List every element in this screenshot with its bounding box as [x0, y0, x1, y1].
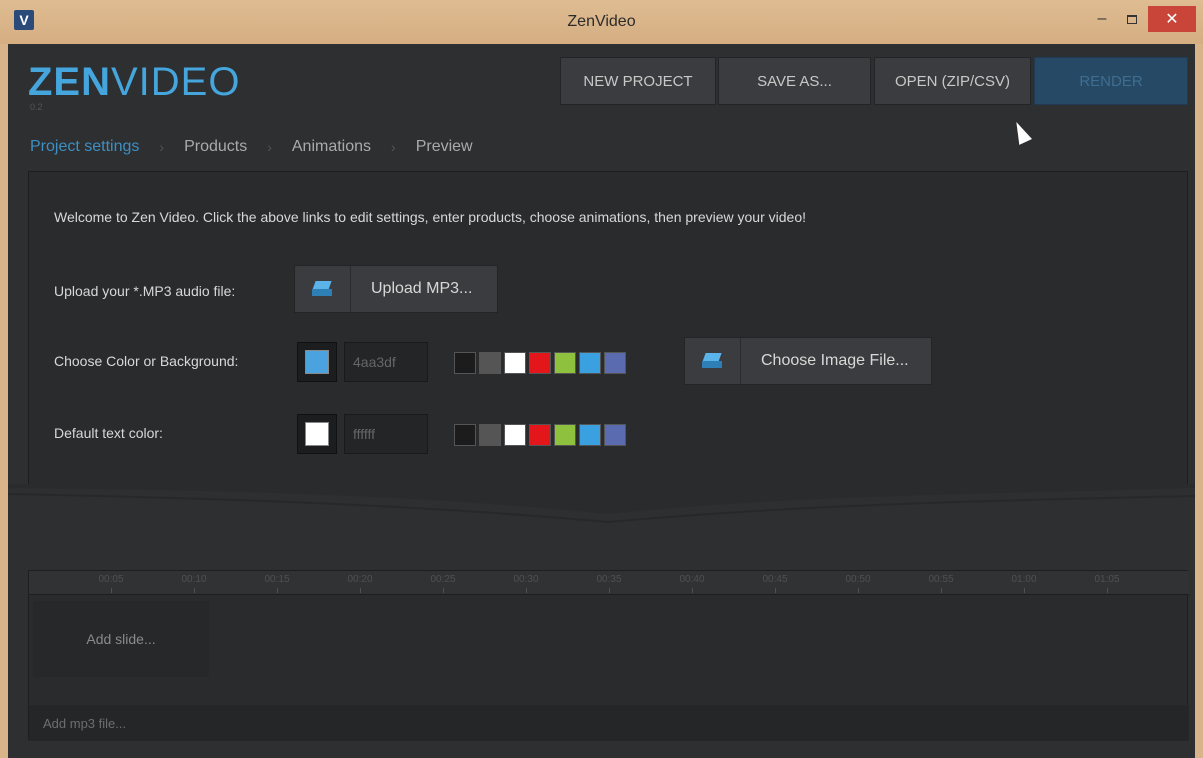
- render-button[interactable]: RENDER: [1034, 57, 1188, 105]
- background-label: Choose Color or Background:: [54, 353, 239, 369]
- timeline-tick: 00:30: [513, 574, 539, 585]
- color-chip-purple[interactable]: [604, 352, 626, 374]
- text-color-label: Default text color:: [54, 425, 163, 441]
- chevron-right-icon: ›: [159, 139, 165, 155]
- background-color-preview: [305, 350, 329, 374]
- tick-mark: [1024, 588, 1025, 593]
- logo-zen: ZEN: [28, 60, 111, 104]
- save-as-button[interactable]: SAVE AS...: [718, 57, 871, 105]
- choose-image-button[interactable]: Choose Image File...: [684, 337, 932, 385]
- audio-label: Upload your *.MP3 audio file:: [54, 283, 236, 299]
- timeline-tick: 00:10: [181, 574, 207, 585]
- tick-mark: [194, 588, 195, 593]
- upload-mp3-label: Upload MP3...: [371, 280, 473, 297]
- background-color-swatch[interactable]: [297, 342, 337, 382]
- color-chip-green[interactable]: [554, 352, 576, 374]
- color-chip-gray[interactable]: [479, 424, 501, 446]
- version-label: 0.2: [30, 102, 43, 112]
- tick-mark: [443, 588, 444, 593]
- timeline-tick: 00:40: [679, 574, 705, 585]
- wave-divider: [8, 484, 1195, 524]
- text-hex-input[interactable]: ffffff: [344, 414, 428, 454]
- maximize-icon: [1127, 14, 1137, 24]
- color-chip-white[interactable]: [504, 424, 526, 446]
- timeline: 00:05 00:10 00:15 00:20 00:25 00:30 00:3…: [28, 570, 1189, 741]
- timeline-tick: 01:00: [1011, 574, 1037, 585]
- tick-mark: [1107, 588, 1108, 593]
- text-color-swatch[interactable]: [297, 414, 337, 454]
- logo-video: VIDEO: [111, 60, 241, 104]
- timeline-tick: 00:50: [845, 574, 871, 585]
- add-mp3-track[interactable]: Add mp3 file...: [29, 705, 1189, 741]
- color-chip-green[interactable]: [554, 424, 576, 446]
- tick-mark: [277, 588, 278, 593]
- tick-mark: [692, 588, 693, 593]
- tick-mark: [941, 588, 942, 593]
- tab-preview[interactable]: Preview: [416, 138, 473, 156]
- box-icon: [685, 338, 741, 384]
- app-logo: ZENVIDEO: [28, 60, 240, 105]
- tab-products[interactable]: Products: [184, 138, 247, 156]
- tick-mark: [775, 588, 776, 593]
- color-chip-black[interactable]: [454, 352, 476, 374]
- choose-image-label: Choose Image File...: [761, 352, 909, 369]
- color-chip-red[interactable]: [529, 352, 551, 374]
- chevron-right-icon: ›: [391, 139, 396, 155]
- timeline-tick: 00:25: [430, 574, 456, 585]
- tab-animations[interactable]: Animations: [292, 138, 371, 156]
- breadcrumb: Project settings › Products › Animations…: [30, 138, 473, 156]
- text-color-preview: [305, 422, 329, 446]
- color-chip-blue[interactable]: [579, 424, 601, 446]
- minimize-button[interactable]: –: [1088, 6, 1116, 32]
- color-chip-black[interactable]: [454, 424, 476, 446]
- window-titlebar: V ZenVideo – ✕: [0, 0, 1203, 44]
- open-button[interactable]: OPEN (ZIP/CSV): [874, 57, 1031, 105]
- maximize-button[interactable]: [1118, 6, 1146, 32]
- background-hex-input[interactable]: 4aa3df: [344, 342, 428, 382]
- timeline-tick: 00:35: [596, 574, 622, 585]
- box-icon: [295, 266, 351, 312]
- app-window: ZENVIDEO 0.2 NEW PROJECT SAVE AS... OPEN…: [8, 44, 1195, 758]
- timeline-tick: 00:05: [98, 574, 124, 585]
- add-slide-button[interactable]: Add slide...: [33, 601, 209, 677]
- tick-mark: [609, 588, 610, 593]
- tick-mark: [858, 588, 859, 593]
- project-settings-panel: Welcome to Zen Video. Click the above li…: [28, 171, 1188, 488]
- tab-project-settings[interactable]: Project settings: [30, 138, 139, 156]
- upload-mp3-button[interactable]: Upload MP3...: [294, 265, 498, 313]
- color-chip-blue[interactable]: [579, 352, 601, 374]
- close-button[interactable]: ✕: [1148, 6, 1196, 32]
- color-chip-white[interactable]: [504, 352, 526, 374]
- tick-mark: [526, 588, 527, 593]
- chevron-right-icon: ›: [267, 139, 272, 155]
- color-chip-red[interactable]: [529, 424, 551, 446]
- timeline-tick: 00:15: [264, 574, 290, 585]
- timeline-tick: 01:05: [1094, 574, 1120, 585]
- welcome-text: Welcome to Zen Video. Click the above li…: [54, 209, 806, 225]
- tick-mark: [111, 588, 112, 593]
- mouse-cursor-icon: [1010, 119, 1032, 145]
- tick-mark: [360, 588, 361, 593]
- timeline-tick: 00:45: [762, 574, 788, 585]
- timeline-ruler[interactable]: 00:05 00:10 00:15 00:20 00:25 00:30 00:3…: [29, 571, 1189, 595]
- timeline-tick: 00:20: [347, 574, 373, 585]
- color-chip-gray[interactable]: [479, 352, 501, 374]
- text-color-palette: [454, 424, 626, 446]
- color-chip-purple[interactable]: [604, 424, 626, 446]
- timeline-tick: 00:55: [928, 574, 954, 585]
- background-palette: [454, 352, 626, 374]
- new-project-button[interactable]: NEW PROJECT: [560, 57, 716, 105]
- window-title: ZenVideo: [567, 13, 636, 30]
